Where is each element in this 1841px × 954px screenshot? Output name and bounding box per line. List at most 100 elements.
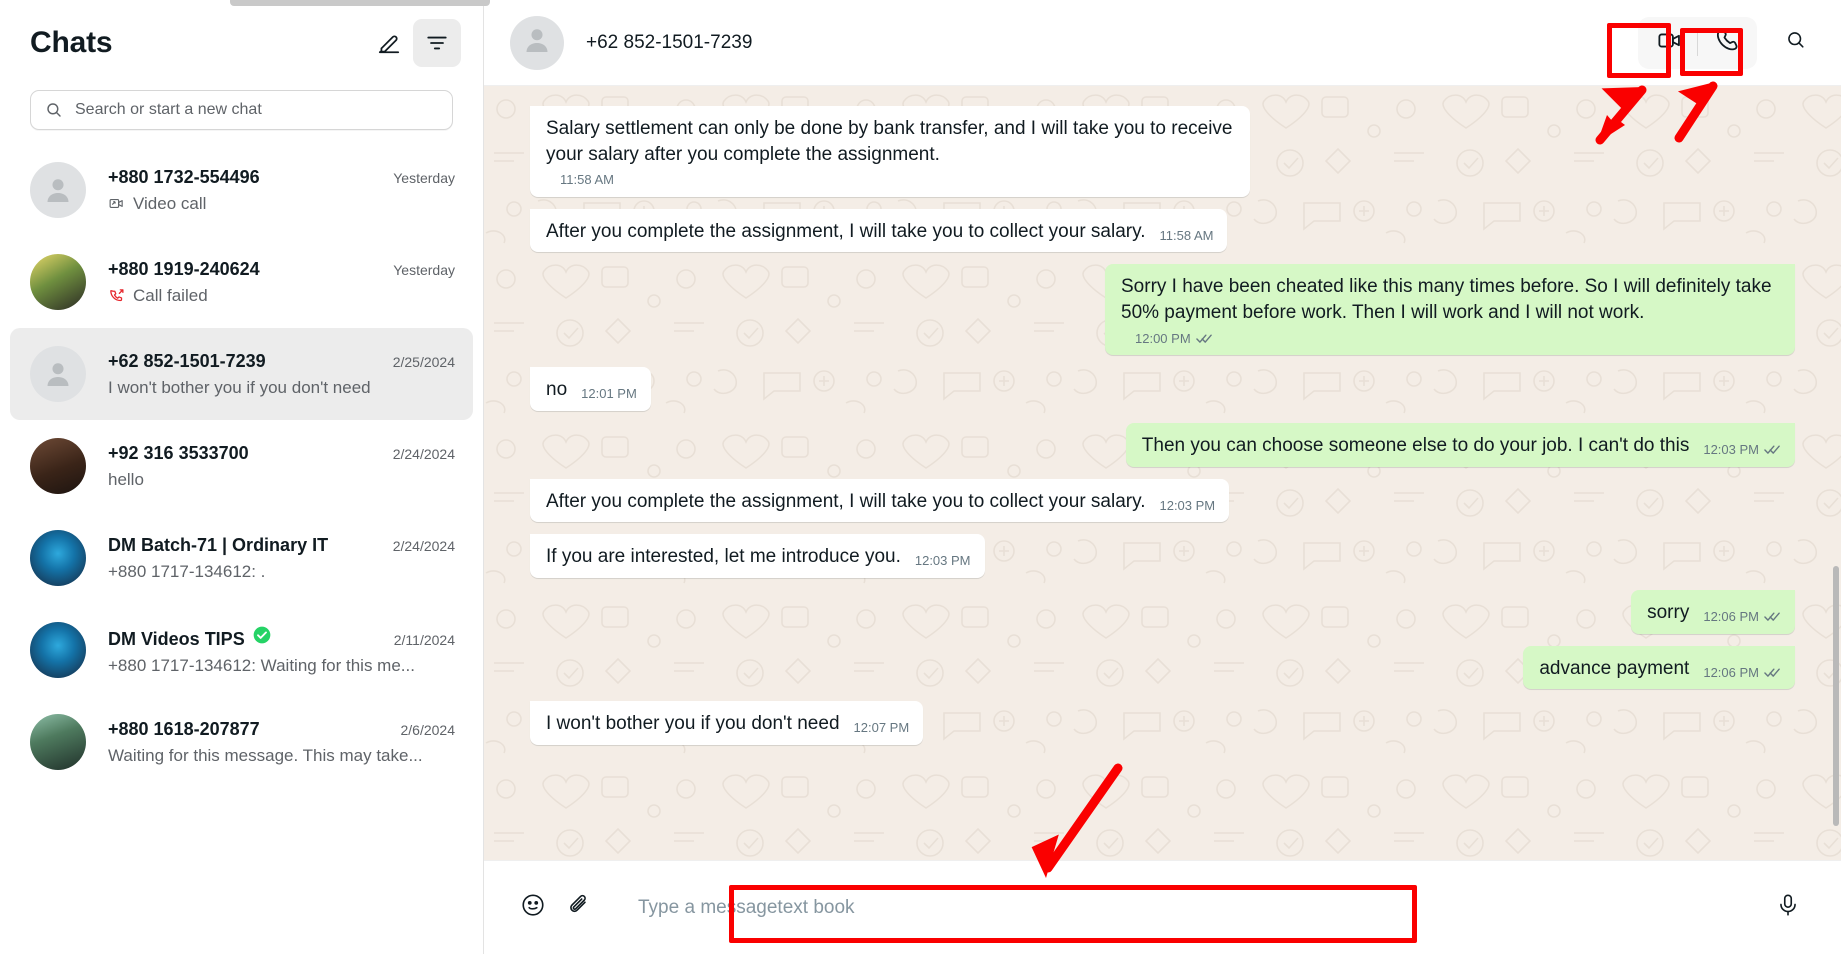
chat-list-item[interactable]: +880 1732-554496 Yesterday Video call: [10, 144, 473, 236]
contact-name[interactable]: +62 852-1501-7239: [586, 32, 1638, 54]
message-timestamp: 11:58 AM: [1159, 227, 1214, 243]
window-top-strip: [0, 0, 1841, 6]
chat-item-time: 2/6/2024: [400, 721, 456, 738]
chat-list[interactable]: +880 1732-554496 Yesterday Video call +8…: [0, 144, 483, 954]
compose-bar: Type a message text book: [484, 860, 1841, 954]
video-call-button[interactable]: [1641, 20, 1697, 66]
voice-call-button[interactable]: [1698, 20, 1754, 66]
message-text: Sorry I have been cheated like this many…: [1121, 276, 1772, 324]
message-timestamp: 12:00 PM: [1135, 330, 1191, 346]
chat-item-preview: I won't bother you if you don't need: [108, 377, 371, 397]
attachment-button[interactable]: [556, 885, 602, 931]
voice-message-button[interactable]: [1765, 885, 1811, 931]
filter-chats-icon: [424, 30, 450, 56]
filter-chats-button[interactable]: [413, 19, 461, 67]
message-input[interactable]: Type a message text book: [620, 882, 1751, 934]
message-timestamp: 12:07 PM: [853, 720, 910, 736]
message-text: After you complete the assignment, I wil…: [546, 220, 1146, 242]
read-receipt-icon: [1195, 333, 1213, 344]
message-meta: 12:03 PM: [1703, 437, 1781, 459]
chat-item-body: +880 1732-554496 Yesterday Video call: [108, 167, 455, 214]
message-bubble-incoming[interactable]: After you complete the assignment, I wil…: [530, 208, 1228, 253]
chat-item-body: +880 1919-240624 Yesterday Call failed: [108, 259, 455, 306]
annotation-text-book: text book: [777, 896, 855, 918]
video-call-icon: [1656, 27, 1683, 59]
message-bubble-incoming[interactable]: After you complete the assignment, I wil…: [530, 478, 1230, 523]
chat-item-preview: +880 1717-134612: Waiting for this me...: [108, 655, 415, 675]
contact-placeholder-icon: [30, 162, 86, 218]
conversation-panel: +62 852-1501-7239 Salary settlement can …: [484, 0, 1841, 954]
chat-item-name: +62 852-1501-7239: [108, 350, 266, 371]
avatar: [30, 622, 86, 678]
read-receipt-icon: [1764, 611, 1781, 622]
chat-item-name: DM Batch-71 | Ordinary IT: [108, 534, 329, 555]
messages-scrollbar[interactable]: [1833, 566, 1839, 826]
message-text: If you are interested, let me introduce …: [546, 546, 901, 568]
search-icon: [1785, 29, 1807, 56]
message-timestamp: 12:03 PM: [1703, 442, 1759, 458]
search-input[interactable]: Search or start a new chat: [30, 90, 453, 130]
contact-placeholder-icon: [520, 23, 554, 62]
chat-item-body: +92 316 3533700 2/24/2024 hello: [108, 443, 455, 490]
chat-item-time: 2/24/2024: [392, 445, 455, 462]
verified-badge-icon: [252, 625, 272, 645]
message-list[interactable]: Salary settlement can only be done by ba…: [484, 86, 1841, 860]
message-meta: 12:00 PM: [1135, 326, 1213, 348]
message-bubble-outgoing[interactable]: Sorry I have been cheated like this many…: [1105, 264, 1795, 356]
message-bubble-outgoing[interactable]: Then you can choose someone else to do y…: [1125, 422, 1795, 467]
message-timestamp: 12:03 PM: [1159, 497, 1216, 513]
chat-list-item[interactable]: +880 1618-207877 2/6/2024 Waiting for th…: [10, 696, 473, 788]
message-bubble-outgoing[interactable]: advance payment 12:06 PM: [1523, 645, 1795, 690]
messages-scroll-area: Salary settlement can only be done by ba…: [530, 106, 1795, 850]
search-in-conversation-button[interactable]: [1773, 20, 1819, 66]
chat-item-preview: hello: [108, 469, 144, 489]
emoji-button[interactable]: [510, 885, 556, 931]
message-row: Sorry I have been cheated like this many…: [530, 264, 1795, 356]
message-row: Then you can choose someone else to do y…: [530, 422, 1795, 467]
compose-new-chat-button[interactable]: [365, 19, 413, 67]
avatar: [30, 162, 86, 218]
read-receipt-icon: [1764, 667, 1781, 678]
message-text: Then you can choose someone else to do y…: [1141, 434, 1690, 456]
message-timestamp: 12:03 PM: [914, 553, 971, 569]
chat-item-body: DM Batch-71 | Ordinary IT 2/24/2024 +880…: [108, 535, 455, 582]
message-bubble-outgoing[interactable]: sorry 12:06 PM: [1631, 589, 1795, 634]
call-failed-icon: [108, 287, 125, 304]
chat-list-item[interactable]: DM Batch-71 | Ordinary IT 2/24/2024 +880…: [10, 512, 473, 604]
whatsapp-window: Chats Search or start a new chat +880 17…: [0, 0, 1841, 954]
message-bubble-incoming[interactable]: no 12:01 PM: [530, 367, 651, 411]
avatar: [30, 254, 86, 310]
sidebar-header: Chats: [0, 0, 483, 86]
chat-item-body: +880 1618-207877 2/6/2024 Waiting for th…: [108, 719, 455, 766]
message-row: no 12:01 PM: [530, 367, 1795, 411]
chat-list-item-selected[interactable]: +62 852-1501-7239 2/25/2024 I won't both…: [10, 328, 473, 420]
call-actions-group: [1638, 16, 1757, 69]
search-container: Search or start a new chat: [0, 86, 483, 144]
video-call-icon: [108, 195, 125, 212]
microphone-icon: [1775, 892, 1801, 923]
chat-list-item[interactable]: +92 316 3533700 2/24/2024 hello: [10, 420, 473, 512]
message-row: I won't bother you if you don't need 12:…: [530, 701, 1795, 745]
avatar: [30, 438, 86, 494]
message-bubble-incoming[interactable]: I won't bother you if you don't need 12:…: [530, 701, 924, 745]
chat-item-body: +62 852-1501-7239 2/25/2024 I won't both…: [108, 351, 455, 398]
message-timestamp: 11:58 AM: [560, 172, 614, 188]
chat-item-name: +880 1919-240624: [108, 258, 260, 279]
chat-item-name: DM Videos TIPS: [108, 628, 245, 649]
search-icon: [45, 101, 63, 119]
chat-item-time: 2/25/2024: [392, 353, 455, 370]
chat-item-preview: +880 1717-134612: .: [108, 561, 266, 581]
chat-item-preview: Call failed: [133, 285, 208, 305]
chat-list-item[interactable]: DM Videos TIPS 2/11/2024 +880 1717-13461…: [10, 604, 473, 696]
message-row: After you complete the assignment, I wil…: [530, 478, 1795, 523]
avatar: [30, 346, 86, 402]
message-text: advance payment: [1539, 657, 1690, 679]
message-text: Salary settlement can only be done by ba…: [546, 118, 1233, 165]
message-text: I won't bother you if you don't need: [546, 713, 840, 735]
chat-list-item[interactable]: +880 1919-240624 Yesterday Call failed: [10, 236, 473, 328]
message-bubble-incoming[interactable]: If you are interested, let me introduce …: [530, 534, 985, 578]
chat-list-sidebar: Chats Search or start a new chat +880 17…: [0, 0, 484, 954]
avatar[interactable]: [510, 15, 564, 70]
message-text: sorry: [1647, 601, 1690, 623]
message-bubble-incoming[interactable]: Salary settlement can only be done by ba…: [530, 106, 1250, 197]
